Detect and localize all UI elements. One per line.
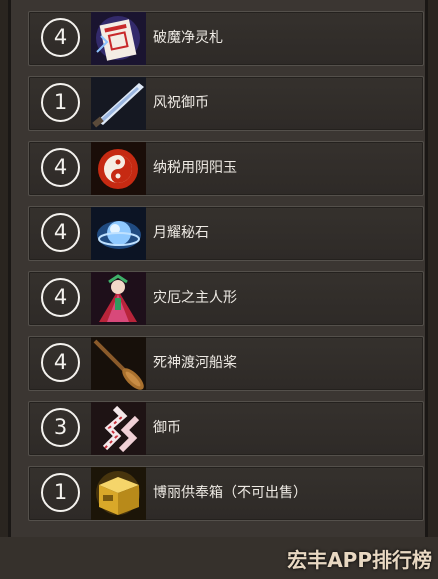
count-badge: 4 <box>41 278 80 317</box>
offering-box-icon <box>91 467 146 520</box>
item-name: 风祝御币 <box>153 95 209 111</box>
list-item[interactable]: 3 御币 <box>28 401 424 456</box>
card-list-panel: 4 破魔净灵札 1 风祝御币 4 纳税用阴阳玉 4 月耀秘石 4 灾厄之主人形 … <box>8 0 428 537</box>
list-item[interactable]: 4 破魔净灵札 <box>28 11 424 66</box>
count-badge: 1 <box>41 473 80 512</box>
moon-stone-icon <box>91 207 146 260</box>
list-item[interactable]: 4 死神渡河船桨 <box>28 336 424 391</box>
list-item[interactable]: 4 纳税用阴阳玉 <box>28 141 424 196</box>
doll-icon <box>91 272 146 325</box>
count-badge: 4 <box>41 18 80 57</box>
count-badge: 4 <box>41 343 80 382</box>
list-item[interactable]: 4 灾厄之主人形 <box>28 271 424 326</box>
list-item[interactable]: 4 月耀秘石 <box>28 206 424 261</box>
item-name: 月耀秘石 <box>153 225 209 241</box>
count-badge: 4 <box>41 148 80 187</box>
yin-yang-orb-icon <box>91 142 146 195</box>
list-item[interactable]: 1 风祝御币 <box>28 76 424 131</box>
item-name: 御币 <box>153 420 181 436</box>
oar-icon <box>91 337 146 390</box>
item-name: 博丽供奉箱（不可出售） <box>153 485 307 501</box>
item-name: 纳税用阴阳玉 <box>153 160 237 176</box>
item-name: 破魔净灵札 <box>153 30 223 46</box>
count-badge: 3 <box>41 408 80 447</box>
count-badge: 1 <box>41 83 80 122</box>
watermark-text: 宏丰APP排行榜 <box>287 548 432 572</box>
list-item[interactable]: 1 博丽供奉箱（不可出售） <box>28 466 424 521</box>
gohei-blade-icon <box>91 77 146 130</box>
count-badge: 4 <box>41 213 80 252</box>
item-name: 灾厄之主人形 <box>153 290 237 306</box>
talisman-icon <box>91 12 146 65</box>
gohei-icon <box>91 402 146 455</box>
item-name: 死神渡河船桨 <box>153 355 237 371</box>
footer-bar: 宏丰APP排行榜 <box>0 537 438 579</box>
